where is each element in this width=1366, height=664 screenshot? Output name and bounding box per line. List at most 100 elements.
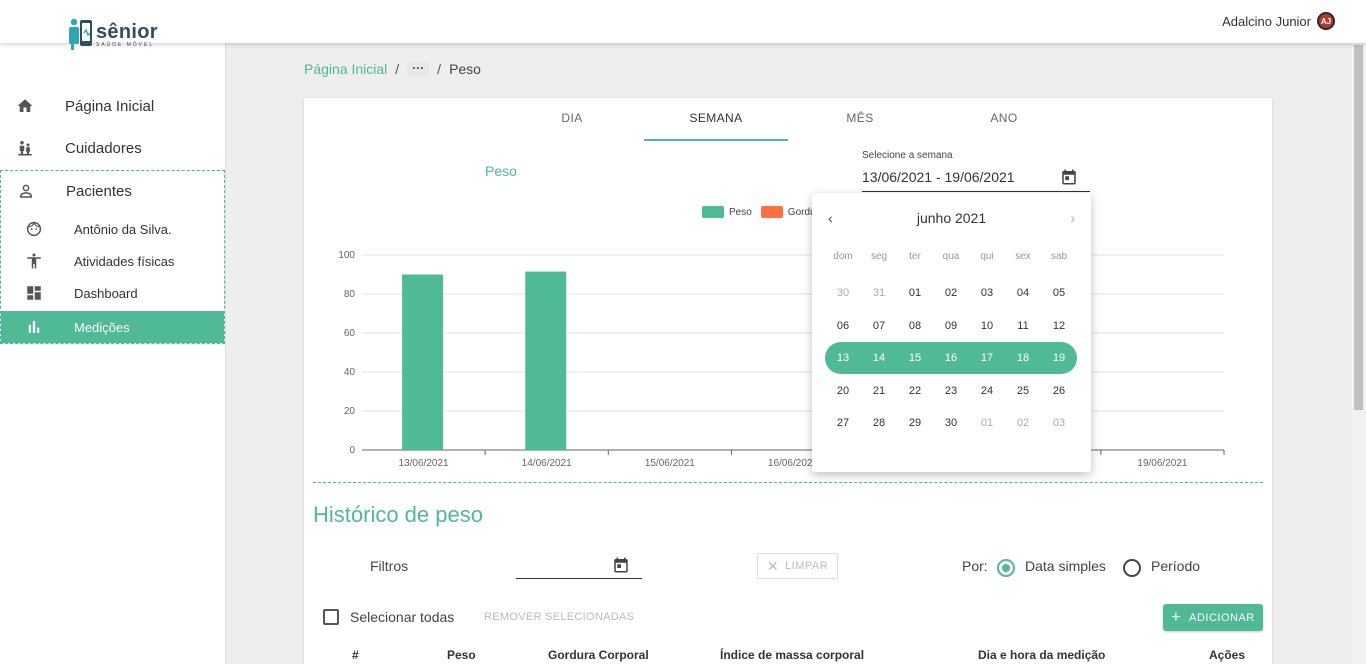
calendar-day[interactable]: 06 xyxy=(825,320,861,332)
calendar-day[interactable]: 03 xyxy=(969,287,1005,299)
column-header[interactable]: Gordura Corporal xyxy=(548,648,649,662)
calendar-day[interactable]: 03 xyxy=(1041,417,1077,429)
radio-data-simples-label[interactable]: Data simples xyxy=(1025,558,1106,574)
breadcrumb-home-link[interactable]: Página Inicial xyxy=(304,61,387,77)
accessibility-icon xyxy=(27,253,41,269)
calendar-icon[interactable] xyxy=(612,556,630,574)
sidebar-subitem-antonio[interactable]: Antônio da Silva. xyxy=(1,214,224,244)
sidebar-subitem-dashboard[interactable]: Dashboard xyxy=(1,278,224,308)
calendar-day[interactable]: 30 xyxy=(933,417,969,429)
column-header[interactable]: Dia e hora da medição xyxy=(978,648,1105,662)
calendar-day[interactable]: 20 xyxy=(825,385,861,397)
column-header[interactable]: Ações xyxy=(1209,648,1245,662)
calendar-day[interactable]: 01 xyxy=(969,417,1005,429)
avatar[interactable]: AJ xyxy=(1317,12,1335,30)
calendar-day[interactable]: 24 xyxy=(969,385,1005,397)
week-picker-input[interactable]: 13/06/2021 - 19/06/2021 xyxy=(862,169,1015,185)
calendar-day[interactable]: 29 xyxy=(897,417,933,429)
column-header[interactable]: # xyxy=(352,648,359,662)
x-tick-label: 15/06/2021 xyxy=(645,458,695,469)
period-tabs: DIA SEMANA MÊS ANO xyxy=(500,98,1076,141)
calendar-day[interactable]: 08 xyxy=(897,320,933,332)
radio-periodo[interactable] xyxy=(1123,559,1141,577)
calendar-day[interactable]: 09 xyxy=(933,320,969,332)
legend-item-peso[interactable]: Peso xyxy=(702,206,752,218)
calendar-day[interactable]: 04 xyxy=(1005,287,1041,299)
calendar-day[interactable]: 31 xyxy=(861,287,897,299)
tab-ano[interactable]: ANO xyxy=(932,98,1076,141)
sidebar-item-cuidadores[interactable]: Cuidadores xyxy=(0,133,226,163)
weekday-label: sab xyxy=(1050,251,1068,262)
remove-selected-button[interactable]: REMOVER SELECIONADAS xyxy=(484,611,634,623)
calendar-day[interactable]: 07 xyxy=(861,320,897,332)
clear-filter-label: LIMPAR xyxy=(785,560,829,572)
calendar-day[interactable]: 30 xyxy=(825,287,861,299)
section-divider xyxy=(313,482,1263,483)
calendar-day[interactable]: 19 xyxy=(1041,352,1077,364)
calendar-day[interactable]: 16 xyxy=(933,352,969,364)
calendar-day[interactable]: 18 xyxy=(1005,352,1041,364)
calendar-day[interactable]: 17 xyxy=(969,352,1005,364)
calendar-day[interactable]: 26 xyxy=(1041,385,1077,397)
close-icon: ✕ xyxy=(766,557,780,574)
calendar-day[interactable]: 28 xyxy=(861,417,897,429)
radio-periodo-label[interactable]: Período xyxy=(1151,558,1200,574)
calendar-day[interactable]: 05 xyxy=(1041,287,1077,299)
tab-semana[interactable]: SEMANA xyxy=(644,98,788,141)
sidebar-subitem-label: Medições xyxy=(74,319,130,335)
sidebar-subitem-atividades[interactable]: Atividades físicas xyxy=(1,246,224,276)
select-all-checkbox[interactable] xyxy=(323,609,339,625)
sidebar-item-pagina-inicial[interactable]: Página Inicial xyxy=(0,91,226,121)
calendar-day[interactable]: 27 xyxy=(825,417,861,429)
y-tick-label: 20 xyxy=(344,406,356,417)
plus-icon: + xyxy=(1171,608,1182,626)
add-button[interactable]: + ADICIONAR xyxy=(1163,604,1263,631)
calendar-day[interactable]: 10 xyxy=(969,320,1005,332)
calendar-day[interactable]: 12 xyxy=(1041,320,1077,332)
sidebar-item-label: Pacientes xyxy=(66,182,132,200)
calendar-icon[interactable] xyxy=(1060,168,1078,186)
clear-filter-button[interactable]: ✕ LIMPAR xyxy=(757,553,838,579)
calendar-day[interactable]: 25 xyxy=(1005,385,1041,397)
calendar-day[interactable]: 02 xyxy=(1005,417,1041,429)
bar-peso[interactable] xyxy=(525,271,567,450)
radio-data-simples[interactable] xyxy=(997,559,1015,577)
select-all-label[interactable]: Selecionar todas xyxy=(350,609,454,625)
calendar-day[interactable]: 02 xyxy=(933,287,969,299)
weekday-label: ter xyxy=(909,251,921,262)
app-logo[interactable]: sênior SAÚDE MÓVEL xyxy=(68,18,158,52)
column-header[interactable]: Peso xyxy=(447,648,476,662)
person-icon xyxy=(20,184,32,198)
calendar-month-label[interactable]: junho 2021 xyxy=(812,210,1091,226)
chevron-right-icon[interactable]: › xyxy=(1070,210,1075,226)
sidebar: Página Inicial Cuidadores Pacientes Antô… xyxy=(0,43,226,664)
scrollbar-thumb[interactable] xyxy=(1354,45,1363,410)
legend-swatch xyxy=(760,206,783,218)
tab-dia[interactable]: DIA xyxy=(500,98,644,141)
y-tick-label: 0 xyxy=(349,445,355,456)
calendar-day[interactable]: 22 xyxy=(897,385,933,397)
calendar-day[interactable]: 14 xyxy=(861,352,897,364)
measurement-card: DIA SEMANA MÊS ANO Peso Selecione a sema… xyxy=(304,98,1272,664)
calendar-day[interactable]: 13 xyxy=(825,352,861,364)
legend-label: Peso xyxy=(729,206,752,218)
breadcrumb-collapsed-button[interactable]: ··· xyxy=(407,62,430,76)
x-tick-label: 16/06/2021 xyxy=(768,458,818,469)
column-header[interactable]: Índice de massa corporal xyxy=(720,648,864,662)
main-content: Página Inicial / ··· / Peso DIA SEMANA M… xyxy=(226,43,1352,664)
sidebar-subitem-label: Antônio da Silva. xyxy=(74,221,172,237)
bar-peso[interactable] xyxy=(402,274,444,451)
calendar-day[interactable]: 11 xyxy=(1005,320,1041,332)
calendar-day[interactable]: 01 xyxy=(897,287,933,299)
add-button-label: ADICIONAR xyxy=(1189,611,1255,624)
filter-date-input[interactable] xyxy=(516,578,642,579)
sidebar-subitem-medicoes[interactable]: Medições xyxy=(1,311,224,343)
calendar-day[interactable]: 15 xyxy=(897,352,933,364)
calendar-day[interactable]: 21 xyxy=(861,385,897,397)
y-tick-label: 100 xyxy=(338,250,355,261)
user-menu[interactable]: Adalcino Junior AJ xyxy=(1222,12,1335,30)
calendar-day[interactable]: 23 xyxy=(933,385,969,397)
tab-mes[interactable]: MÊS xyxy=(788,98,932,141)
sidebar-item-pacientes[interactable]: Pacientes xyxy=(1,176,227,206)
home-icon xyxy=(17,99,33,112)
